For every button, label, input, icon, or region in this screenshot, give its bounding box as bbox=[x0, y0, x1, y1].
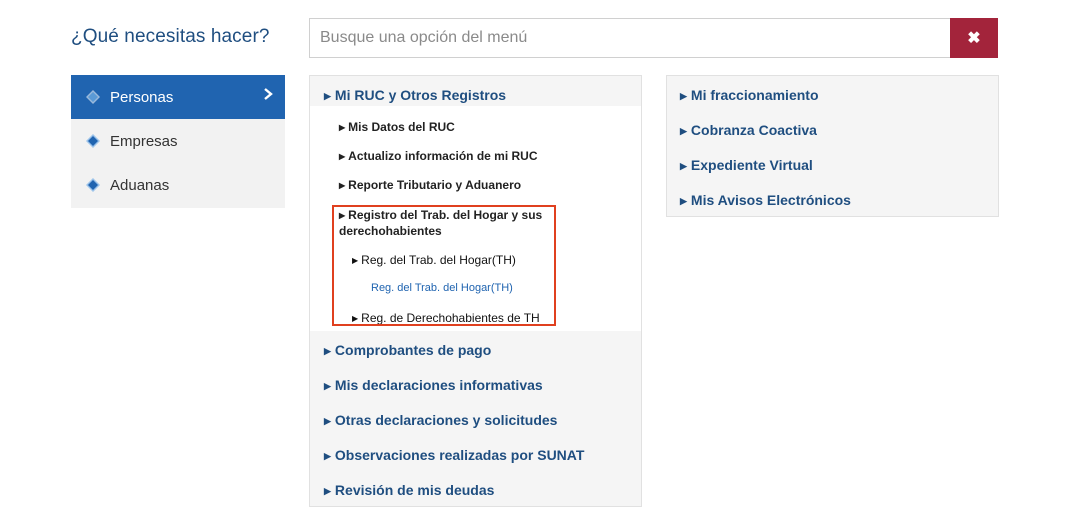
sunat-diamond-icon bbox=[86, 134, 100, 148]
menu-item-label: Revisión de mis deudas bbox=[334, 482, 495, 498]
triangle-right-icon: ▶ bbox=[339, 123, 346, 132]
submenu-item-actualizo[interactable]: ▶ Actualizo información de mi RUC bbox=[339, 149, 538, 163]
triangle-right-icon: ▶ bbox=[680, 126, 687, 136]
menu-item-expediente[interactable]: ▶ Expediente Virtual bbox=[680, 157, 813, 173]
submenu-item-reporte[interactable]: ▶ Reporte Tributario y Aduanero bbox=[339, 178, 521, 192]
menu-item-label: Otras declaraciones y solicitudes bbox=[334, 412, 558, 428]
menu-item-fraccionamiento[interactable]: ▶ Mi fraccionamiento bbox=[680, 87, 819, 103]
highlight-box bbox=[332, 205, 556, 326]
sidebar-item-aduanas[interactable]: Aduanas bbox=[71, 163, 285, 207]
triangle-right-icon: ▶ bbox=[339, 181, 346, 190]
menu-item-label: Observaciones realizadas por SUNAT bbox=[334, 447, 585, 463]
clear-search-button[interactable]: ✖ bbox=[950, 18, 998, 58]
sunat-diamond-icon bbox=[86, 90, 100, 104]
triangle-right-icon: ▶ bbox=[324, 381, 331, 391]
submenu-item-label: Mis Datos del RUC bbox=[348, 120, 455, 134]
submenu-item-mis-datos[interactable]: ▶ Mis Datos del RUC bbox=[339, 120, 455, 134]
sunat-diamond-icon bbox=[86, 178, 100, 192]
menu-column-2: ▶ Mi fraccionamiento ▶ Cobranza Coactiva ▶… bbox=[666, 75, 999, 217]
menu-item-revision-deudas[interactable]: ▶ Revisión de mis deudas bbox=[324, 482, 494, 498]
menu-item-label: Mi fraccionamiento bbox=[690, 87, 819, 103]
sidebar-item-label: Empresas bbox=[110, 132, 178, 150]
menu-item-label: Mi RUC y Otros Registros bbox=[334, 87, 507, 103]
sidebar-item-empresas[interactable]: Empresas bbox=[71, 119, 285, 163]
menu-item-cobranza[interactable]: ▶ Cobranza Coactiva bbox=[680, 122, 817, 138]
menu-item-label: Mis declaraciones informativas bbox=[334, 377, 543, 393]
menu-item-label: Comprobantes de pago bbox=[334, 342, 492, 358]
menu-item-observaciones[interactable]: ▶ Observaciones realizadas por SUNAT bbox=[324, 447, 584, 463]
triangle-right-icon: ▶ bbox=[339, 152, 346, 161]
menu-item-declaraciones[interactable]: ▶ Mis declaraciones informativas bbox=[324, 377, 543, 393]
triangle-right-icon: ▶ bbox=[680, 196, 687, 206]
triangle-right-icon: ▶ bbox=[324, 451, 331, 461]
triangle-right-icon: ▶ bbox=[680, 91, 687, 101]
triangle-right-icon: ▶ bbox=[324, 91, 331, 101]
menu-column-1: ▶ Mi RUC y Otros Registros ▶ Mis Datos del… bbox=[309, 75, 642, 507]
submenu-item-label: Actualizo información de mi RUC bbox=[348, 149, 538, 163]
search-input[interactable] bbox=[309, 18, 950, 58]
menu-item-label: Cobranza Coactiva bbox=[690, 122, 817, 138]
menu-item-mi-ruc[interactable]: ▶ Mi RUC y Otros Registros bbox=[324, 87, 506, 103]
triangle-right-icon: ▶ bbox=[324, 486, 331, 496]
triangle-right-icon: ▶ bbox=[324, 416, 331, 426]
menu-item-label: Mis Avisos Electrónicos bbox=[690, 192, 851, 208]
menu-item-otras-declaraciones[interactable]: ▶ Otras declaraciones y solicitudes bbox=[324, 412, 557, 428]
sidebar-item-label: Aduanas bbox=[110, 176, 170, 194]
submenu-item-label: Reporte Tributario y Aduanero bbox=[348, 178, 522, 192]
page-question: ¿Qué necesitas hacer? bbox=[71, 26, 270, 47]
menu-item-comprobantes[interactable]: ▶ Comprobantes de pago bbox=[324, 342, 491, 358]
search-bar: ✖ bbox=[309, 18, 998, 58]
menu-item-label: Expediente Virtual bbox=[690, 157, 813, 173]
sidebar-item-label: Personas bbox=[110, 88, 174, 106]
sidebar: Personas Empresas Aduanas bbox=[71, 75, 285, 208]
sidebar-item-personas[interactable]: Personas bbox=[71, 75, 285, 119]
chevron-right-icon bbox=[264, 88, 273, 100]
triangle-right-icon: ▶ bbox=[324, 346, 331, 356]
close-icon: ✖ bbox=[967, 30, 981, 47]
triangle-right-icon: ▶ bbox=[680, 161, 687, 171]
menu-item-avisos[interactable]: ▶ Mis Avisos Electrónicos bbox=[680, 192, 851, 208]
